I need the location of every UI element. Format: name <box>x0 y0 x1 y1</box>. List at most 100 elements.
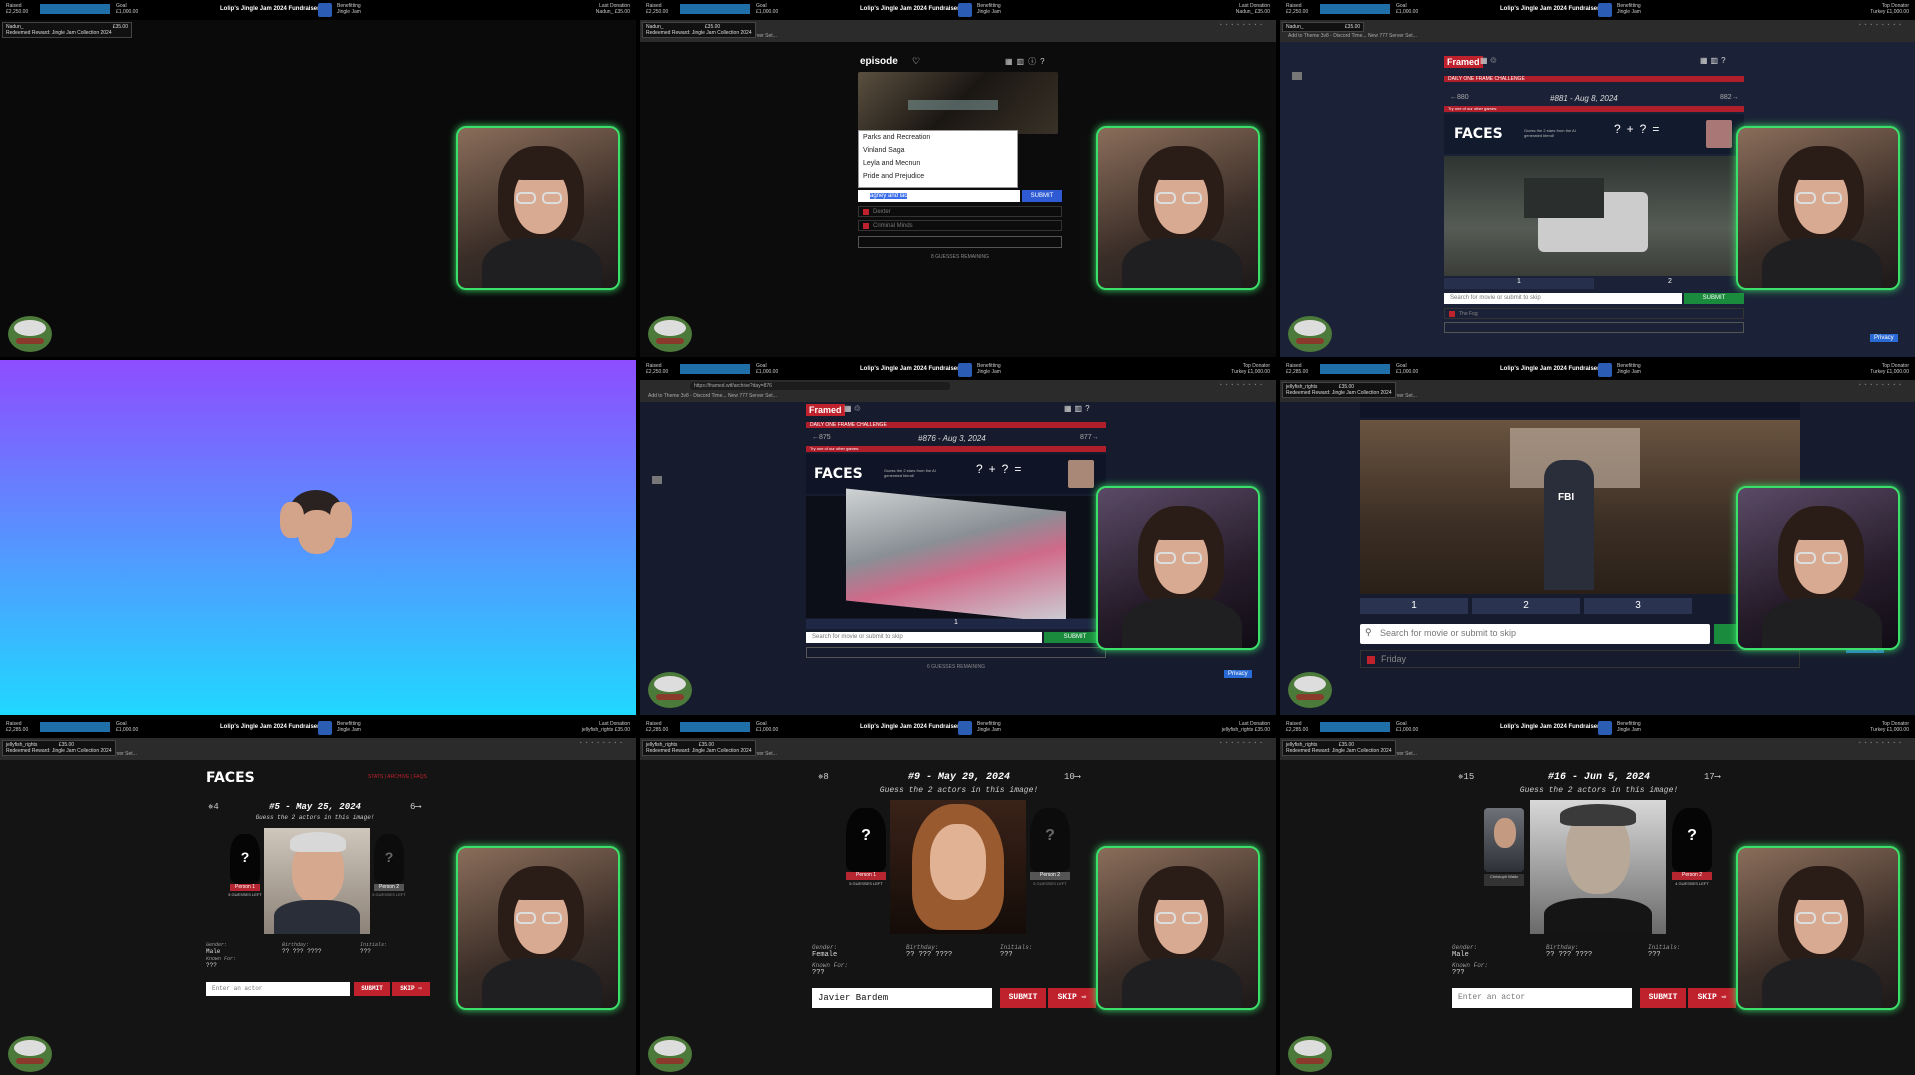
bookmarks-bar[interactable]: Add to Theme 3v8 - Discord Time... New 7… <box>1288 32 1417 40</box>
top-donator-value: Turkey £1,000.00 <box>1870 369 1909 375</box>
panel-framed-876: Raised £2,250.00 Goal £1,000.00 Lolip's Ji… <box>640 360 1276 715</box>
prev-puzzle-link[interactable]: ←875 <box>812 434 831 441</box>
privacy-button[interactable]: Privacy <box>1870 334 1898 342</box>
episode-search-input[interactable]: agney and lac <box>858 190 1020 202</box>
guesses-left: 4 GUESSES LEFT <box>1675 881 1709 886</box>
jingle-jam-logo <box>958 363 972 377</box>
faces-skip-button[interactable]: SKIP ⇨ <box>1688 988 1736 1008</box>
actor-input[interactable]: Enter an actor <box>206 982 350 996</box>
guess-text: Criminal Minds <box>873 223 913 229</box>
faces-top-links[interactable]: STATS | ARCHIVE | FAQS <box>368 774 427 780</box>
panel-faces-5: Raised £2,285.00 Goal £1,000.00 Lolip's Ji… <box>0 718 636 1075</box>
bookmarks-bar[interactable]: Add to Theme 3v8 - Discord Time... New 7… <box>648 392 777 400</box>
webcam-feed <box>1096 126 1260 290</box>
guess-row: Friday <box>1360 650 1800 668</box>
panel-gradient-break <box>0 360 636 715</box>
next-puzzle-link[interactable]: 10⟶ <box>1064 772 1080 782</box>
faces-promo[interactable]: FACES Guess the 2 stars from the AI gene… <box>1444 114 1744 154</box>
movie-search-input[interactable]: ⚲ Search for movie or submit to skip <box>1360 624 1710 644</box>
suggestion-item[interactable]: Pride and Prejudice <box>859 170 1017 183</box>
prev-puzzle-link[interactable]: ✵15 <box>1458 772 1474 782</box>
episode-submit-button[interactable]: SUBMIT <box>1022 190 1062 202</box>
sidebar-toggle-icon[interactable] <box>1292 72 1302 80</box>
extension-icons[interactable]: ▪▪▪▪▪▪▪▪ <box>1859 382 1905 388</box>
reward-notification: Nadun_ £35.00 Redeemed Reward: Jingle Ja… <box>642 22 756 38</box>
stream-grid: Raised £2,250.00 Goal £1,000.00 Lolip's Ji… <box>0 0 1915 1075</box>
extension-icons[interactable]: ▪▪▪▪▪▪▪▪ <box>1859 22 1905 28</box>
faces-submit-button[interactable]: SUBMIT <box>1640 988 1686 1008</box>
top-donator-value: Turkey £1,000.00 <box>1870 727 1909 733</box>
prev-puzzle-link[interactable]: ✵4 <box>208 802 219 812</box>
wrong-mark-icon <box>1449 311 1455 317</box>
blended-face-image <box>1530 800 1666 934</box>
known-for-label: Known For: <box>812 962 849 969</box>
notification-reward: Redeemed Reward: Jingle Jam Collection 2… <box>6 30 112 36</box>
next-puzzle-link[interactable]: 877→ <box>1080 434 1099 441</box>
webcam-feed <box>456 126 620 290</box>
raised-progress-bar <box>40 4 110 14</box>
actor-input[interactable]: Enter an actor <box>1452 988 1632 1008</box>
frame-tab-3[interactable]: 3 <box>1584 598 1692 614</box>
benefitting-value: Jingle Jam <box>977 727 1001 733</box>
extension-icons[interactable]: ▪▪▪▪▪▪▪▪ <box>1220 740 1266 746</box>
header-right-icons[interactable]: ▦▥? <box>1700 56 1729 65</box>
framed-submit-button[interactable]: SUBMIT <box>1684 293 1744 304</box>
prev-puzzle-link[interactable]: ✵8 <box>818 772 829 782</box>
faces-skip-button[interactable]: SKIP ⇨ <box>1048 988 1096 1008</box>
sidebar-toggle-icon[interactable] <box>652 476 662 484</box>
suggestion-item[interactable]: Parks and Recreation <box>859 131 1017 144</box>
next-puzzle-link[interactable]: 6⟶ <box>410 802 421 812</box>
extension-icons[interactable]: ▪▪▪▪▪▪▪▪ <box>580 740 626 746</box>
wrong-mark-icon <box>1367 656 1375 664</box>
header-icons[interactable]: ▦ ♲ <box>844 404 861 413</box>
next-puzzle-link[interactable]: 882→ <box>1720 94 1739 101</box>
guess-text: Dexter <box>873 209 891 215</box>
raised-progress-bar <box>680 4 750 14</box>
header-right-icons[interactable]: ▦▥? <box>1064 404 1093 413</box>
frame-tab-2[interactable]: 2 <box>1472 598 1580 614</box>
next-puzzle-link[interactable]: 17⟶ <box>1704 772 1720 782</box>
initials-value: ??? <box>360 948 371 955</box>
privacy-button[interactable]: Privacy <box>1224 670 1252 678</box>
faces-preview-image <box>1068 460 1094 488</box>
movie-frame-image: FBI <box>1360 420 1800 594</box>
heart-icon[interactable]: ♡ <box>912 56 920 67</box>
frame-tab-2[interactable]: 2 <box>1596 278 1744 289</box>
actor-input[interactable]: Javier Bardem <box>812 988 992 1008</box>
raised-progress-bar <box>1320 4 1390 14</box>
stream-overlay-bar: Raised £2,250.00 Goal £1,000.00 Lolip's Ji… <box>640 360 1276 380</box>
frame-tab-1[interactable]: 1 <box>806 619 1106 629</box>
frame-tab-1[interactable]: 1 <box>1444 278 1594 289</box>
wrong-mark-icon <box>863 209 869 215</box>
movie-search-input[interactable]: Search for movie or submit to skip <box>1444 293 1682 304</box>
suggestion-item[interactable]: Leyla and Mecnun <box>859 157 1017 170</box>
faces-skip-button[interactable]: SKIP ⇨ <box>392 982 430 996</box>
faces-submit-button[interactable]: SUBMIT <box>354 982 390 996</box>
reward-notification: Nadun_ £35.00 Redeemed Reward: Jingle Ja… <box>2 22 132 38</box>
extension-icons[interactable]: ▪▪▪▪▪▪▪▪ <box>1859 740 1905 746</box>
empty-guess-slot <box>858 236 1062 248</box>
extension-icons[interactable]: ▪▪▪▪▪▪▪▪ <box>1220 382 1266 388</box>
initials-label: Initials: <box>1000 944 1033 951</box>
gender-value: Female <box>812 951 838 959</box>
raised-value: £2,285.00 <box>1286 727 1309 733</box>
header-icons[interactable]: ▦▥ⓘ? <box>1005 56 1049 67</box>
pepe-emote-icon <box>648 316 692 352</box>
faces-preview-image <box>1706 120 1732 148</box>
movie-search-input[interactable]: Search for movie or submit to skip <box>806 632 1042 643</box>
raised-value: £2,250.00 <box>1286 9 1309 15</box>
last-donation-value: Nadun_ £35.00 <box>1235 9 1270 15</box>
extension-icons[interactable]: ▪▪▪▪▪▪▪▪ <box>1220 22 1266 28</box>
frame-tab-1[interactable]: 1 <box>1360 598 1468 614</box>
faces-equation: ?+?= <box>976 462 1028 476</box>
header-icons[interactable]: ▦ ♲ <box>1480 56 1497 65</box>
reward-notification: jellyfish_rights £35.00 Redeemed Reward:… <box>642 740 756 756</box>
address-bar[interactable]: https://framed.wtf/archive?day=876 <box>690 382 950 390</box>
panel-framed-881: Raised £2,250.00 Goal £1,000.00 Lolip's Ji… <box>1280 0 1915 357</box>
prev-puzzle-link[interactable]: ←880 <box>1450 94 1469 101</box>
goal-value: £1,000.00 <box>756 369 779 375</box>
faces-submit-button[interactable]: SUBMIT <box>1000 988 1046 1008</box>
suggestion-item[interactable]: Vinland Saga <box>859 144 1017 157</box>
puzzle-title: #881 - Aug 8, 2024 <box>1550 94 1618 103</box>
webcam-feed <box>1736 846 1900 1010</box>
